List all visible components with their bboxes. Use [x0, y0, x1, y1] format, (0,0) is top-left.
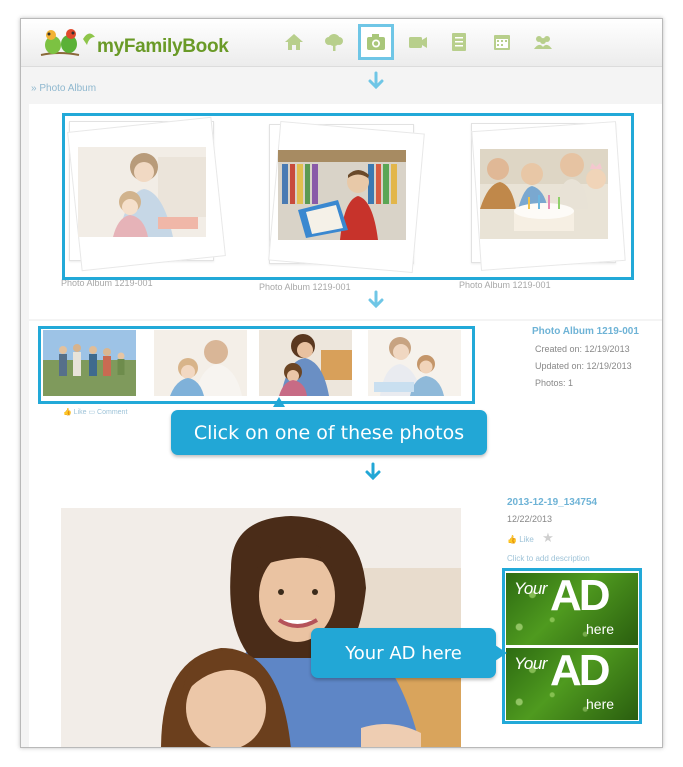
- lovebirds-logo-icon: [40, 29, 95, 56]
- photo-info: 2013-12-19_134754 12/22/2013 👍 Like ★ Cl…: [507, 497, 597, 563]
- ad-callout: Your AD here: [311, 628, 496, 678]
- pointer-right-triangle-icon: [495, 645, 507, 661]
- nav-people[interactable]: [528, 27, 558, 57]
- tree-icon: [325, 34, 343, 51]
- nav-calendar[interactable]: [487, 27, 517, 57]
- like-link[interactable]: Like: [74, 409, 87, 416]
- star-icon[interactable]: ★: [542, 530, 554, 545]
- video-icon: [409, 37, 427, 48]
- app-name: myFamilyBook: [97, 36, 229, 57]
- comment-link[interactable]: Comment: [97, 409, 127, 416]
- logo[interactable]: myFamilyBook: [39, 25, 239, 63]
- album-info: Photo Album 1219-001 Created on: 12/19/2…: [532, 326, 639, 388]
- top-bar: myFamilyBook: [21, 19, 662, 67]
- comment-icon: ▭: [88, 409, 96, 416]
- add-description-link[interactable]: Click to add description: [507, 554, 597, 563]
- like-icon: 👍: [507, 535, 517, 544]
- album-created: Created on: 12/19/2013: [535, 344, 630, 354]
- nav-home[interactable]: [279, 27, 309, 57]
- like-icon: 👍: [63, 409, 72, 416]
- home-icon: [285, 34, 303, 50]
- albums-highlight-frame: [62, 113, 634, 280]
- nav-documents[interactable]: [444, 27, 474, 57]
- ads-highlight-frame: [502, 568, 642, 724]
- down-arrow-icon: [365, 462, 381, 481]
- album-title[interactable]: Photo Album 1219-001: [532, 326, 639, 337]
- photo-title[interactable]: 2013-12-19_134754: [507, 497, 597, 508]
- nav-family-tree[interactable]: [319, 27, 349, 57]
- album-photo-count: Photos: 1: [535, 378, 574, 388]
- pointer-triangle-icon: [273, 397, 285, 407]
- album-caption[interactable]: Photo Album 1219-001: [459, 280, 551, 290]
- camera-icon: [367, 34, 385, 50]
- photo-like-row: 👍 Like ★: [507, 530, 597, 546]
- people-icon: [534, 36, 552, 49]
- nav-photos[interactable]: [358, 24, 394, 60]
- album-updated: Updated on: 12/19/2013: [535, 361, 632, 371]
- breadcrumb[interactable]: » Photo Album: [31, 83, 96, 94]
- calendar-icon: [494, 35, 510, 50]
- thumbnails-highlight-frame: [38, 326, 475, 404]
- photo-date: 12/22/2013: [507, 514, 553, 524]
- app-window: myFamilyBook » Photo Album Photo Album 1…: [20, 18, 663, 748]
- down-arrow-icon: [368, 71, 384, 90]
- down-arrow-icon: [368, 290, 384, 309]
- thumbnail-actions: 👍 Like ▭ Comment: [63, 408, 127, 416]
- album-caption[interactable]: Photo Album 1219-001: [259, 282, 351, 292]
- click-photo-callout: Click on one of these photos: [171, 410, 487, 455]
- photo-like-link[interactable]: Like: [519, 535, 534, 544]
- nav-videos[interactable]: [403, 27, 433, 57]
- document-icon: [452, 33, 466, 51]
